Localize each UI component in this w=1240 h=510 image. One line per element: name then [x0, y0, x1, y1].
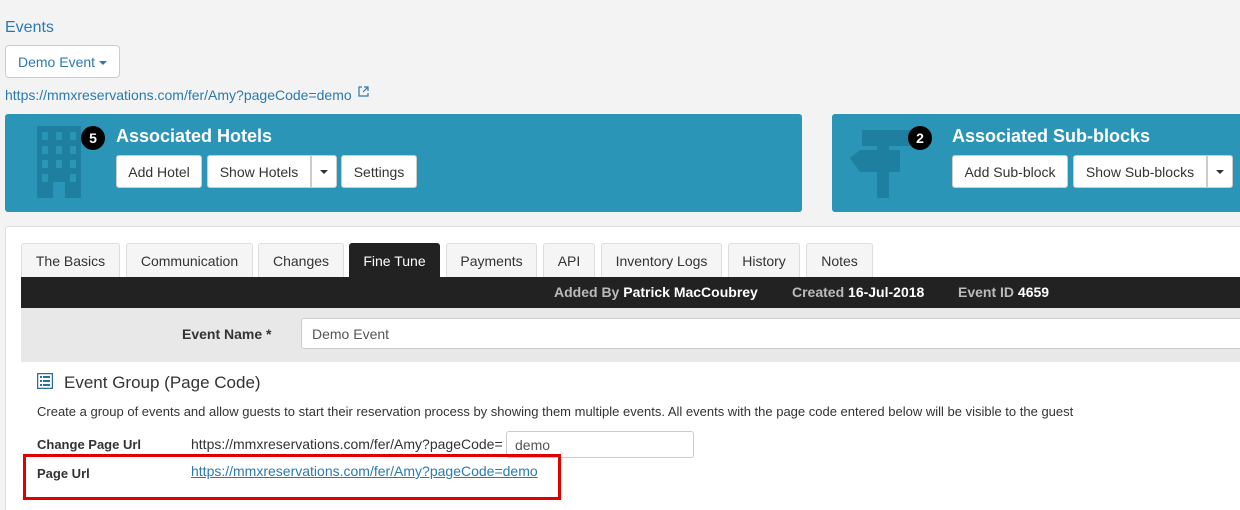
event-selector-label: Demo Event: [18, 53, 96, 70]
associated-hotels-panel: 5 Associated Hotels Add Hotel Show Hotel…: [5, 114, 802, 212]
tab-api[interactable]: API: [543, 243, 595, 277]
created-value: 16-Jul-2018: [848, 284, 925, 300]
hotels-count-badge: 5: [81, 126, 105, 150]
add-hotel-button[interactable]: Add Hotel: [116, 155, 202, 188]
event-info-bar: Added By Patrick MacCoubrey Created 16-J…: [21, 277, 1240, 308]
tab-notes[interactable]: Notes: [806, 243, 873, 277]
signpost-icon: [850, 130, 914, 198]
associated-subblocks-panel: 2 Associated Sub-blocks Add Sub-block Sh…: [832, 114, 1240, 212]
show-subblocks-dropdown-toggle[interactable]: [1207, 155, 1233, 188]
breadcrumb-events-link[interactable]: Events: [5, 19, 54, 37]
event-url-link[interactable]: https://mmxreservations.com/fer/Amy?page…: [5, 87, 352, 103]
event-detail-panel: The Basics Communication Changes Fine Tu…: [5, 226, 1240, 510]
add-subblock-button[interactable]: Add Sub-block: [952, 155, 1068, 188]
hotels-panel-title: Associated Hotels: [116, 126, 273, 146]
change-page-url-label: Change Page Url: [37, 437, 142, 452]
subblocks-count-badge: 2: [908, 126, 932, 150]
tab-communication[interactable]: Communication: [126, 243, 253, 277]
list-icon: [37, 373, 53, 389]
chevron-down-icon: [99, 60, 108, 65]
tab-changes[interactable]: Changes: [258, 243, 344, 277]
chevron-down-icon: [1216, 169, 1224, 174]
event-id-label: Event ID: [958, 284, 1015, 300]
show-hotels-dropdown-toggle[interactable]: [311, 155, 337, 188]
show-hotels-button[interactable]: Show Hotels: [207, 155, 311, 188]
event-name-label: Event Name *: [182, 326, 272, 342]
show-subblocks-button[interactable]: Show Sub-blocks: [1073, 155, 1207, 188]
settings-button[interactable]: Settings: [341, 155, 417, 188]
tab-fine-tune[interactable]: Fine Tune: [349, 243, 440, 277]
added-by-value: Patrick MacCoubrey: [623, 284, 758, 300]
subblocks-panel-title: Associated Sub-blocks: [952, 126, 1151, 146]
tab-inventory-logs[interactable]: Inventory Logs: [601, 243, 722, 277]
tab-payments[interactable]: Payments: [446, 243, 537, 277]
event-name-input[interactable]: Demo Event: [301, 318, 1240, 349]
building-icon: [37, 126, 81, 198]
page-url-prefix: https://mmxreservations.com/fer/Amy?page…: [191, 436, 503, 452]
created-label: Created: [792, 284, 845, 300]
section-title: Event Group (Page Code): [64, 373, 261, 392]
added-by-label: Added By: [554, 284, 620, 300]
external-link-icon[interactable]: [357, 86, 369, 97]
highlight-annotation-box: [23, 454, 561, 500]
tab-the-basics[interactable]: The Basics: [21, 243, 120, 277]
tab-history[interactable]: History: [728, 243, 800, 277]
event-id-value: 4659: [1017, 284, 1050, 300]
event-name-row: Event Name * Demo Event: [21, 308, 1240, 362]
section-description: Create a group of events and allow guest…: [37, 404, 1074, 419]
event-selector-dropdown[interactable]: Demo Event: [5, 45, 120, 78]
chevron-down-icon: [320, 169, 328, 174]
